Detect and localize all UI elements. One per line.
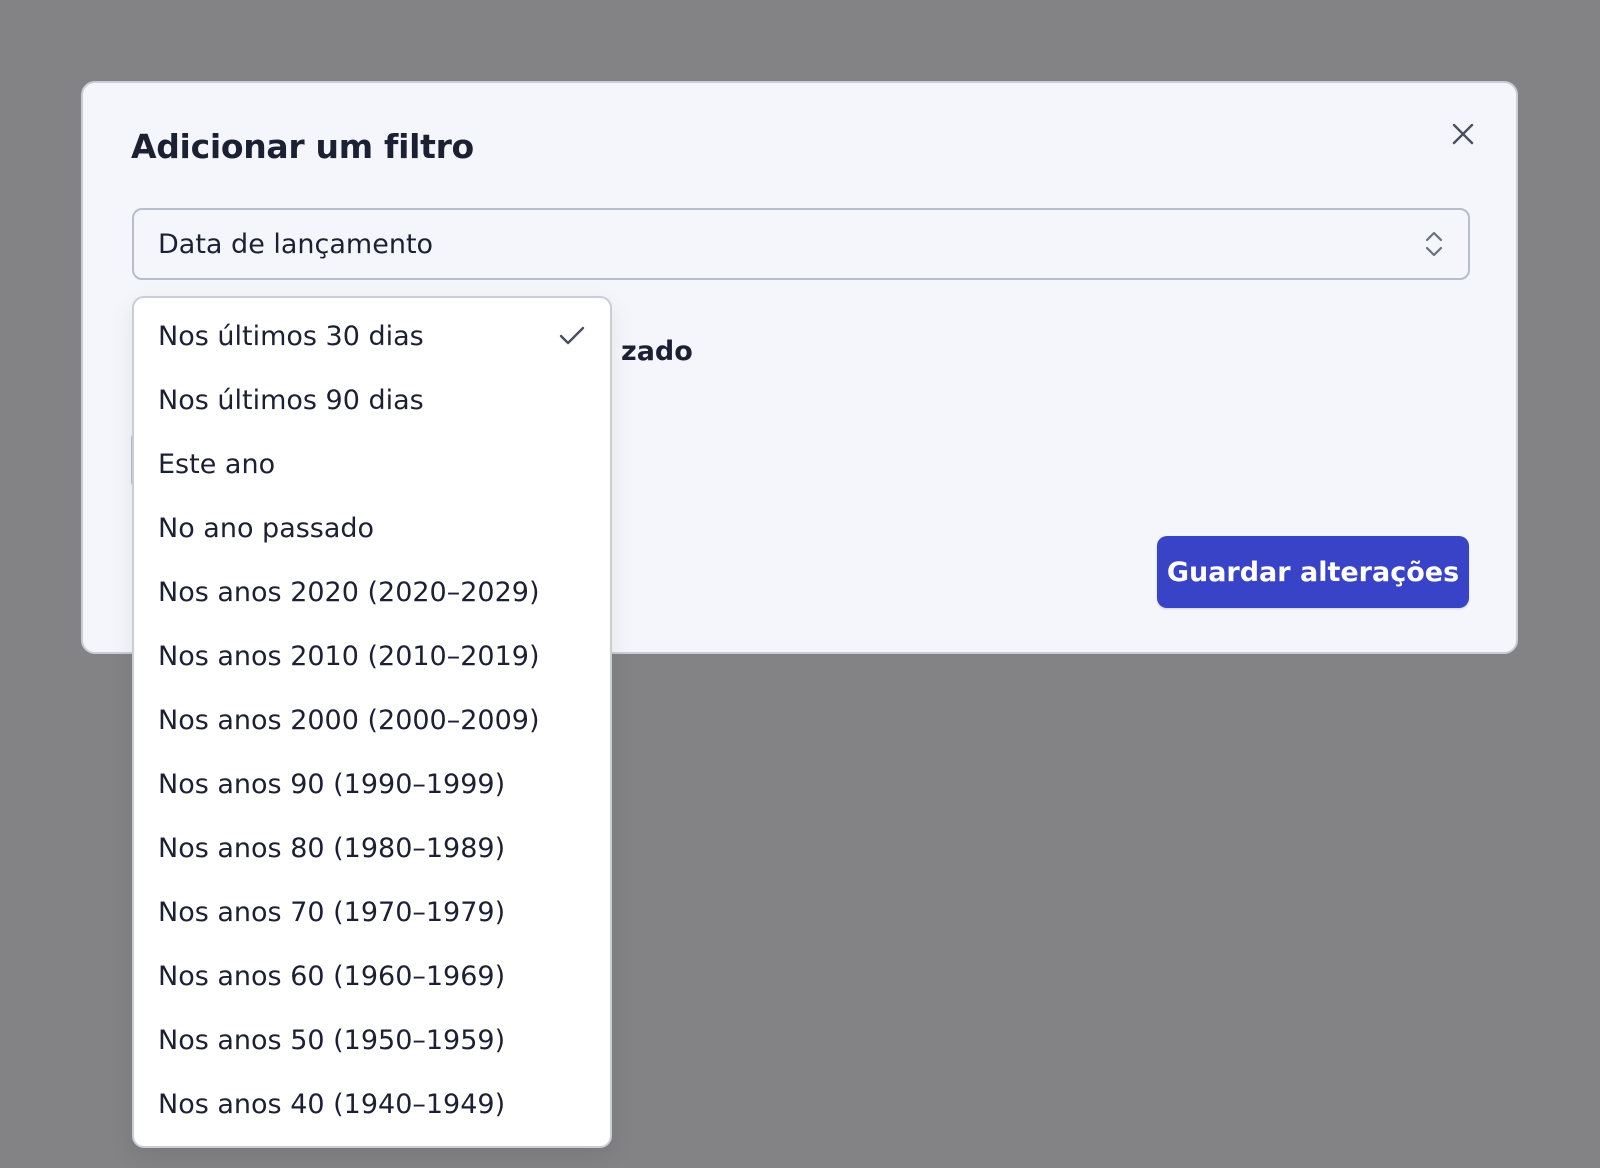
dropdown-option[interactable]: Nos anos 90 (1990–1999) <box>134 752 610 816</box>
dropdown-options-list: Nos últimos 30 dias Nos últimos 90 dias Es… <box>134 304 610 1136</box>
dropdown-option[interactable]: Nos anos 70 (1970–1979) <box>134 880 610 944</box>
save-changes-button[interactable]: Guardar alterações <box>1157 536 1469 608</box>
dropdown-option[interactable]: Nos anos 2010 (2010–2019) <box>134 624 610 688</box>
dropdown-option-label: Nos últimos 90 dias <box>158 384 424 416</box>
dropdown-option[interactable]: Nos anos 2020 (2020–2029) <box>134 560 610 624</box>
filter-type-select[interactable]: Data de lançamento <box>132 208 1470 280</box>
modal-title: Adicionar um filtro <box>131 127 474 166</box>
dropdown-option[interactable]: Nos anos 60 (1960–1969) <box>134 944 610 1008</box>
filter-type-select-value: Data de lançamento <box>158 228 434 260</box>
dropdown-option-label: Nos anos 2000 (2000–2009) <box>158 704 540 736</box>
dropdown-option-label: Nos anos 70 (1970–1979) <box>158 896 506 928</box>
dropdown-option-label: No ano passado <box>158 512 375 544</box>
dropdown-option-label: Nos anos 80 (1980–1989) <box>158 832 506 864</box>
dropdown-option[interactable]: No ano passado <box>134 496 610 560</box>
dropdown-option-label: Nos anos 90 (1990–1999) <box>158 768 506 800</box>
dropdown-option[interactable]: Nos anos 40 (1940–1949) <box>134 1072 610 1136</box>
dropdown-option[interactable]: Este ano <box>134 432 610 496</box>
dropdown-option[interactable]: Nos anos 50 (1950–1959) <box>134 1008 610 1072</box>
dropdown-option[interactable]: Nos últimos 90 dias <box>134 368 610 432</box>
dropdown-option-label: Nos últimos 30 dias <box>158 320 424 352</box>
dropdown-option[interactable]: Nos anos 2000 (2000–2009) <box>134 688 610 752</box>
dropdown-option-label: Este ano <box>158 448 276 480</box>
dropdown-option[interactable]: Nos últimos 30 dias <box>134 304 610 368</box>
release-date-dropdown: Nos últimos 30 dias Nos últimos 90 dias Es… <box>132 296 612 1148</box>
dropdown-option-label: Nos anos 50 (1950–1959) <box>158 1024 506 1056</box>
dropdown-option-label: Nos anos 40 (1940–1949) <box>158 1088 506 1120</box>
close-icon <box>1452 123 1474 145</box>
close-button[interactable] <box>1446 117 1480 151</box>
custom-range-label[interactable]: zado <box>621 336 693 367</box>
dropdown-option-label: Nos anos 60 (1960–1969) <box>158 960 506 992</box>
check-icon <box>558 322 586 350</box>
dropdown-option-label: Nos anos 2020 (2020–2029) <box>158 576 540 608</box>
chevron-up-down-icon <box>1422 227 1446 261</box>
dropdown-option-label: Nos anos 2010 (2010–2019) <box>158 640 540 672</box>
dropdown-option[interactable]: Nos anos 80 (1980–1989) <box>134 816 610 880</box>
